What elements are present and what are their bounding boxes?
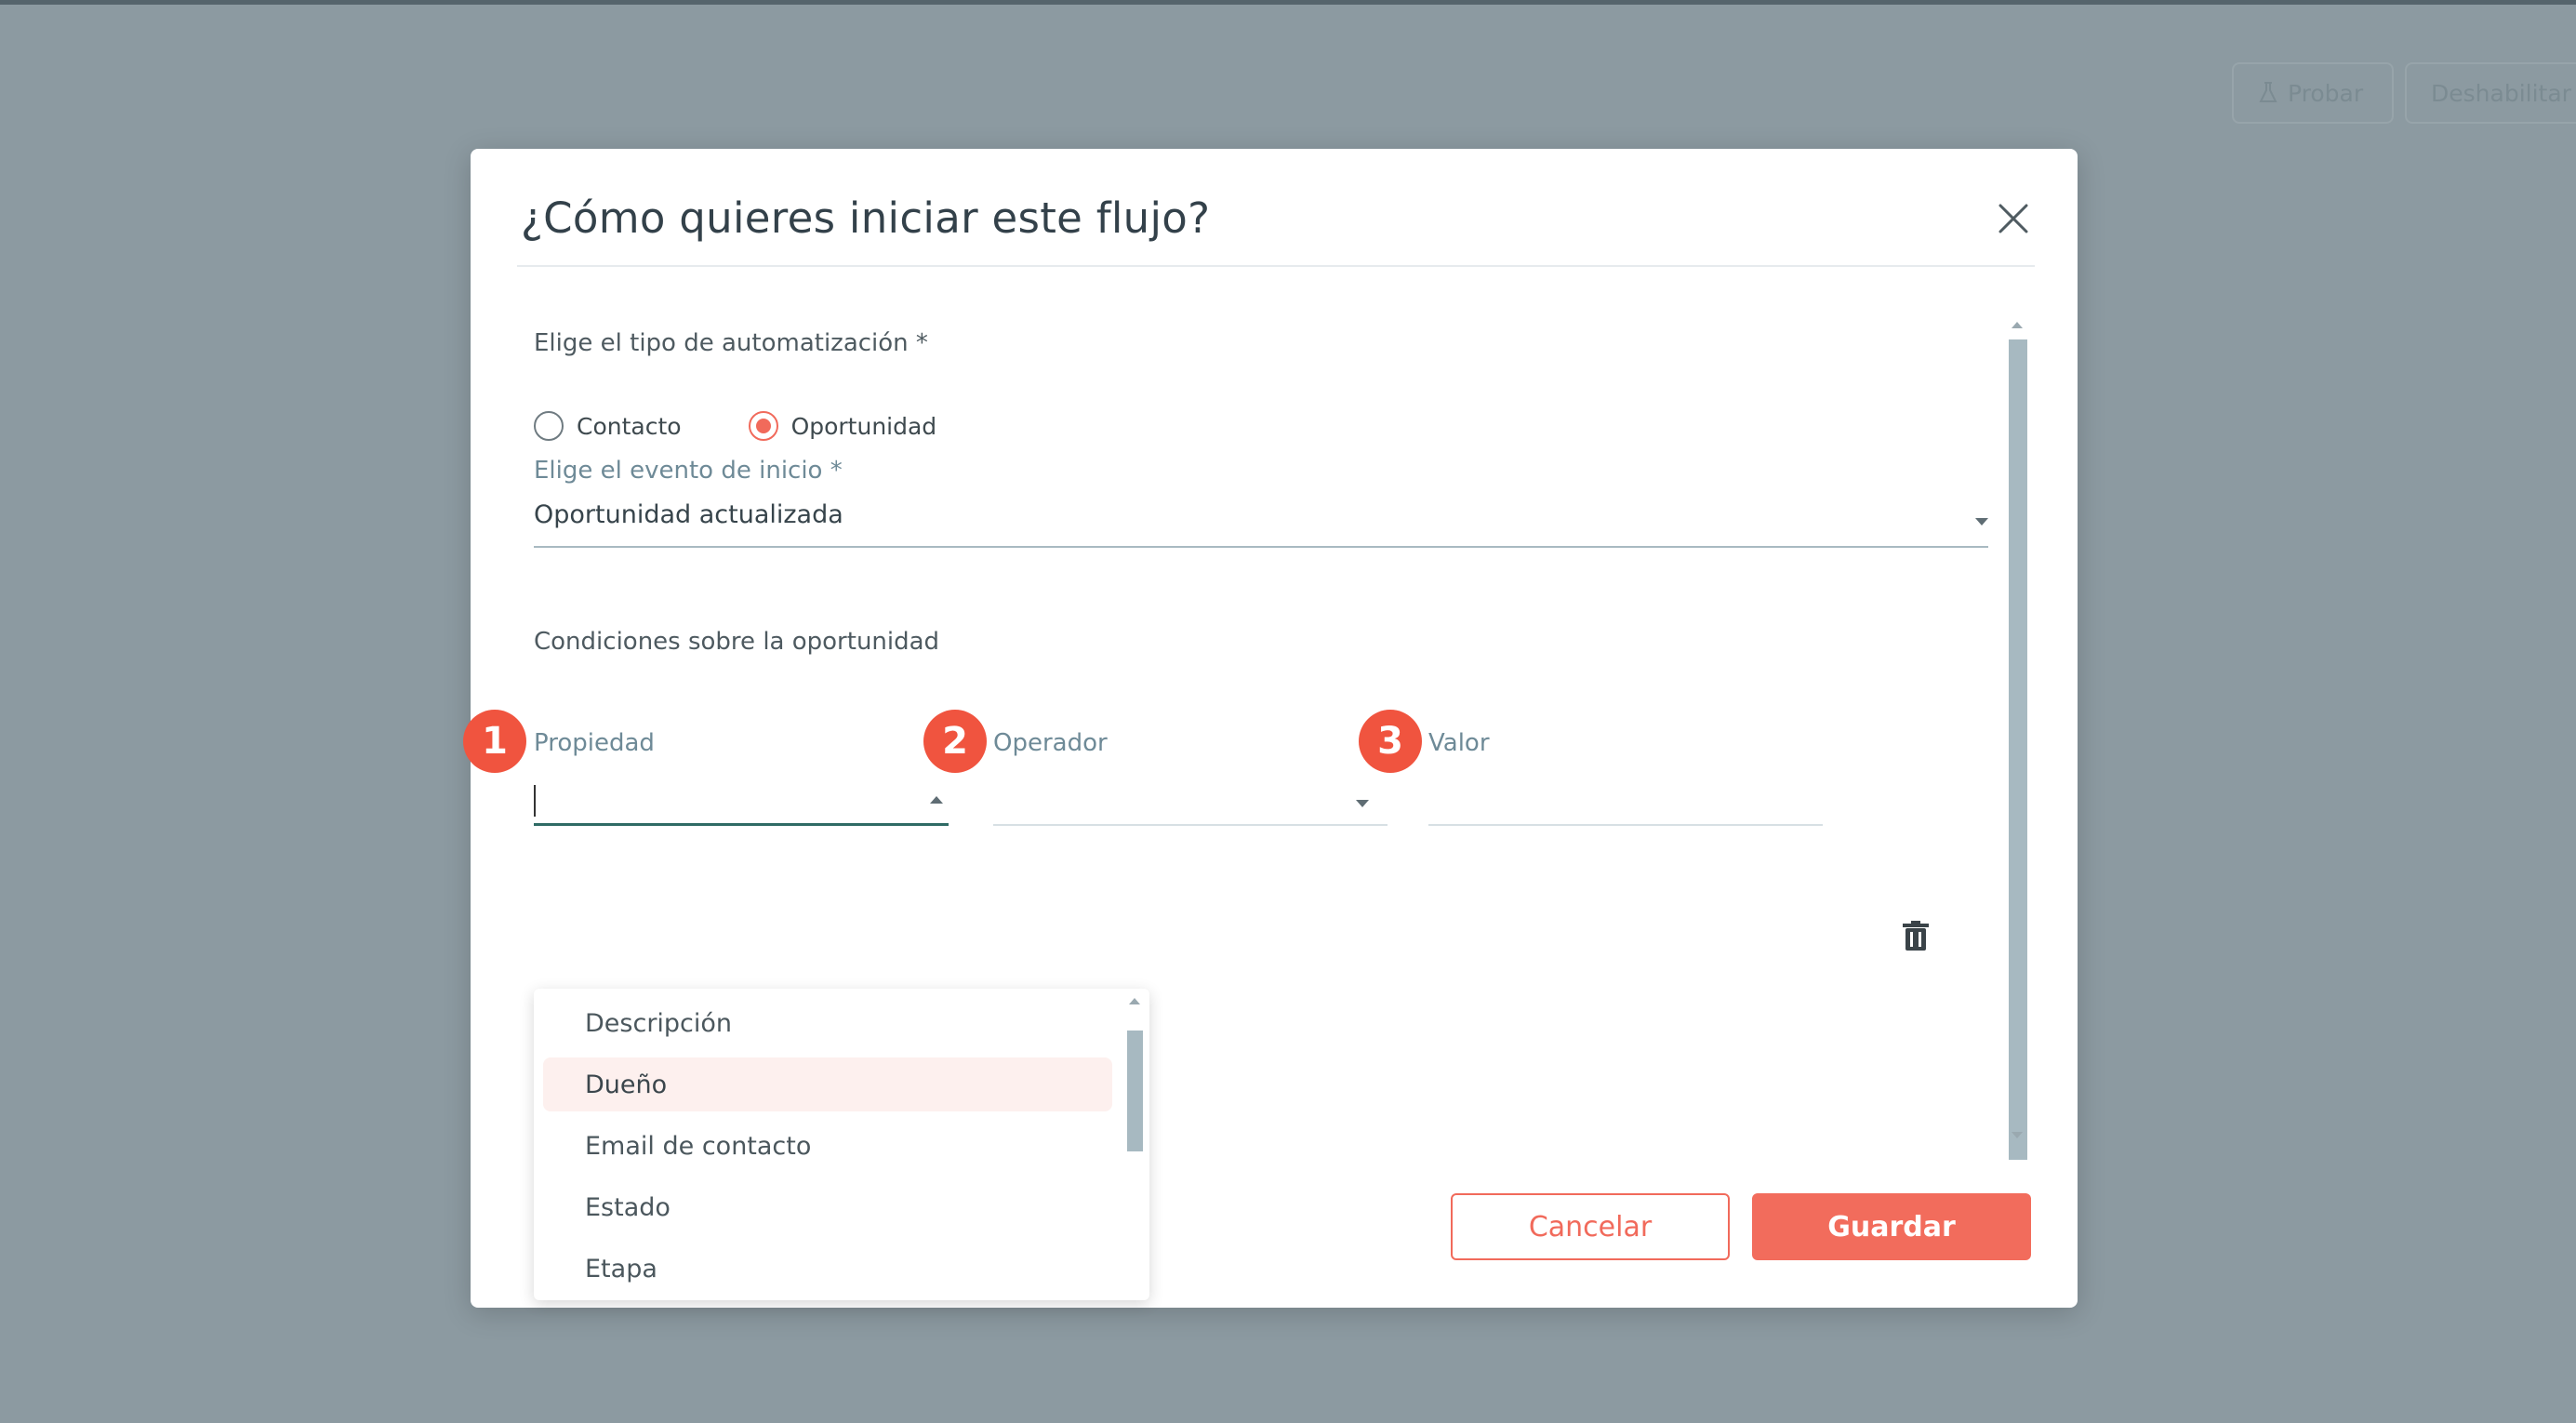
conditions-heading: Condiciones sobre la oportunidad (534, 628, 940, 656)
property-label: Propiedad (534, 729, 655, 757)
scroll-down-icon[interactable] (2012, 1132, 2023, 1138)
background-disable-label: Deshabilitar (2431, 79, 2571, 107)
trash-icon[interactable] (1903, 921, 1929, 952)
chevron-down-icon[interactable] (1975, 518, 1988, 525)
start-event-value: Oportunidad actualizada (534, 500, 843, 529)
app-top-bar (0, 0, 2576, 5)
step-badge-1: 1 (463, 710, 526, 773)
flask-icon (2259, 82, 2277, 102)
radio-label-contacto: Contacto (577, 412, 682, 440)
step-badge-3: 3 (1359, 710, 1422, 773)
start-event-label: Elige el evento de inicio * (534, 457, 843, 485)
text-cursor (534, 785, 536, 817)
background-test-label: Probar (2288, 79, 2364, 107)
scroll-up-icon[interactable] (1129, 998, 1140, 1004)
automation-type-label: Elige el tipo de automatización * (534, 329, 928, 357)
radio-unchecked-icon[interactable] (534, 411, 564, 441)
property-dropdown-list: Descripción Dueño Email de contacto Esta… (534, 989, 1149, 1300)
list-item-highlighted[interactable]: Dueño (543, 1057, 1112, 1111)
automation-type-radio-group: Contacto Oportunidad (534, 411, 936, 441)
dropdown-scrollbar[interactable] (1127, 1031, 1143, 1151)
background-test-button: Probar (2232, 62, 2394, 124)
chevron-up-icon[interactable] (930, 796, 943, 804)
title-divider (517, 265, 2035, 267)
value-label: Valor (1428, 729, 1490, 757)
value-input[interactable] (1428, 779, 1823, 826)
modal-title: ¿Cómo quieres iniciar este flujo? (521, 193, 1211, 243)
modal-scrollbar[interactable] (2009, 339, 2027, 1160)
list-item[interactable]: Etapa (543, 1242, 1112, 1296)
scroll-up-icon[interactable] (2012, 322, 2023, 328)
radio-checked-icon[interactable] (748, 411, 778, 441)
start-flow-modal: ¿Cómo quieres iniciar este flujo? Elige … (463, 149, 2078, 1308)
operator-select[interactable] (993, 779, 1388, 826)
property-select[interactable] (534, 779, 949, 826)
list-item[interactable]: Email de contacto (543, 1119, 1112, 1173)
start-event-select[interactable]: Oportunidad actualizada (534, 498, 1988, 548)
close-icon[interactable] (1995, 200, 2032, 237)
save-button[interactable]: Guardar (1752, 1193, 2031, 1260)
radio-option-contacto[interactable]: Contacto (534, 411, 682, 441)
radio-label-oportunidad: Oportunidad (790, 412, 937, 440)
background-disable-button: Deshabilitar (2405, 62, 2576, 124)
list-item[interactable]: Estado (543, 1180, 1112, 1234)
list-item[interactable]: Descripción (543, 996, 1112, 1050)
step-badge-2: 2 (923, 710, 987, 773)
cancel-button[interactable]: Cancelar (1451, 1193, 1730, 1260)
chevron-down-icon[interactable] (1356, 800, 1369, 807)
radio-option-oportunidad[interactable]: Oportunidad (748, 411, 937, 441)
operator-label: Operador (993, 729, 1108, 757)
